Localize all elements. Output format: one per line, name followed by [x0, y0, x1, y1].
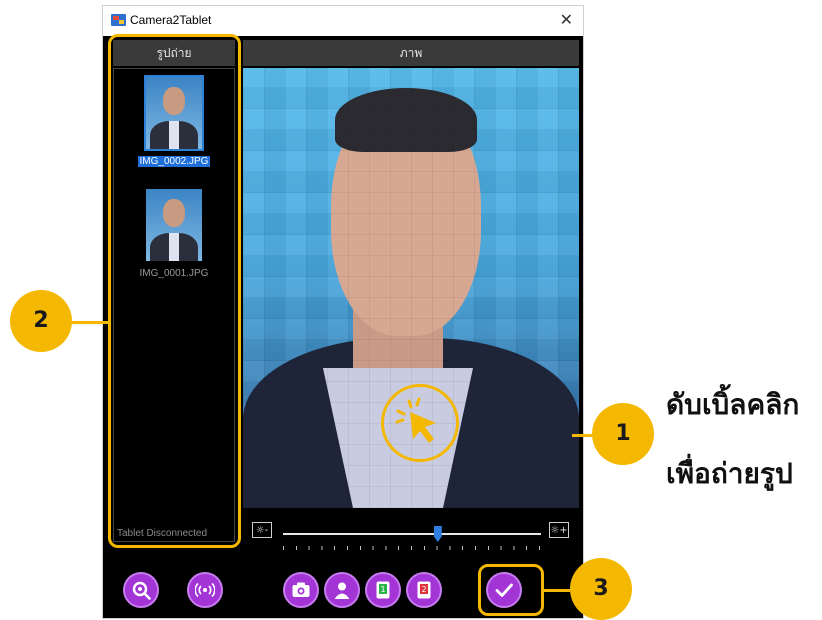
close-icon[interactable]: ✕: [560, 10, 573, 29]
callout-badge-1: 1: [592, 403, 654, 465]
tablet-green-icon: 1: [376, 581, 390, 599]
svg-text:1: 1: [380, 585, 385, 594]
app-icon: [111, 14, 126, 26]
settings-button[interactable]: [123, 572, 159, 608]
wireless-signal-icon: [195, 582, 215, 598]
callout-line-3: [544, 589, 570, 592]
brightness-slider-handle[interactable]: [433, 526, 442, 542]
confirm-button-highlight: [478, 564, 544, 616]
search-settings-icon: [132, 581, 151, 600]
double-click-cursor-indicator: [381, 384, 459, 462]
title-bar: Camera2Tablet ✕: [103, 6, 583, 36]
svg-text:2: 2: [421, 585, 426, 594]
tablet-front-button[interactable]: 1: [365, 572, 401, 608]
callout-line-2: [72, 321, 108, 324]
callout-badge-3: 3: [570, 558, 632, 620]
slider-ticks: [283, 546, 541, 550]
person-icon: [334, 582, 350, 599]
capture-button[interactable]: [283, 572, 319, 608]
camera-icon: [292, 582, 310, 597]
tablet-back-button[interactable]: 2: [406, 572, 442, 608]
wireless-button[interactable]: [187, 572, 223, 608]
window-title: Camera2Tablet: [130, 13, 212, 27]
image-panel-header: ภาพ: [243, 40, 579, 66]
caption-line-1: ดับเบิ้ลคลิก: [666, 388, 800, 421]
brightness-increase-button[interactable]: ☼+: [549, 522, 569, 538]
brightness-decrease-button[interactable]: ☼-: [252, 522, 272, 538]
callout-line-1: [572, 434, 592, 437]
brightness-slider[interactable]: [283, 533, 541, 535]
cursor-click-icon: [395, 397, 436, 443]
caption-line-2: เพื่อถ่ายรูป: [666, 457, 793, 490]
thumbnail-panel-highlight: [108, 34, 241, 548]
callout-badge-2: 2: [10, 290, 72, 352]
profile-button[interactable]: [324, 572, 360, 608]
tablet-red-icon: 2: [417, 581, 431, 599]
